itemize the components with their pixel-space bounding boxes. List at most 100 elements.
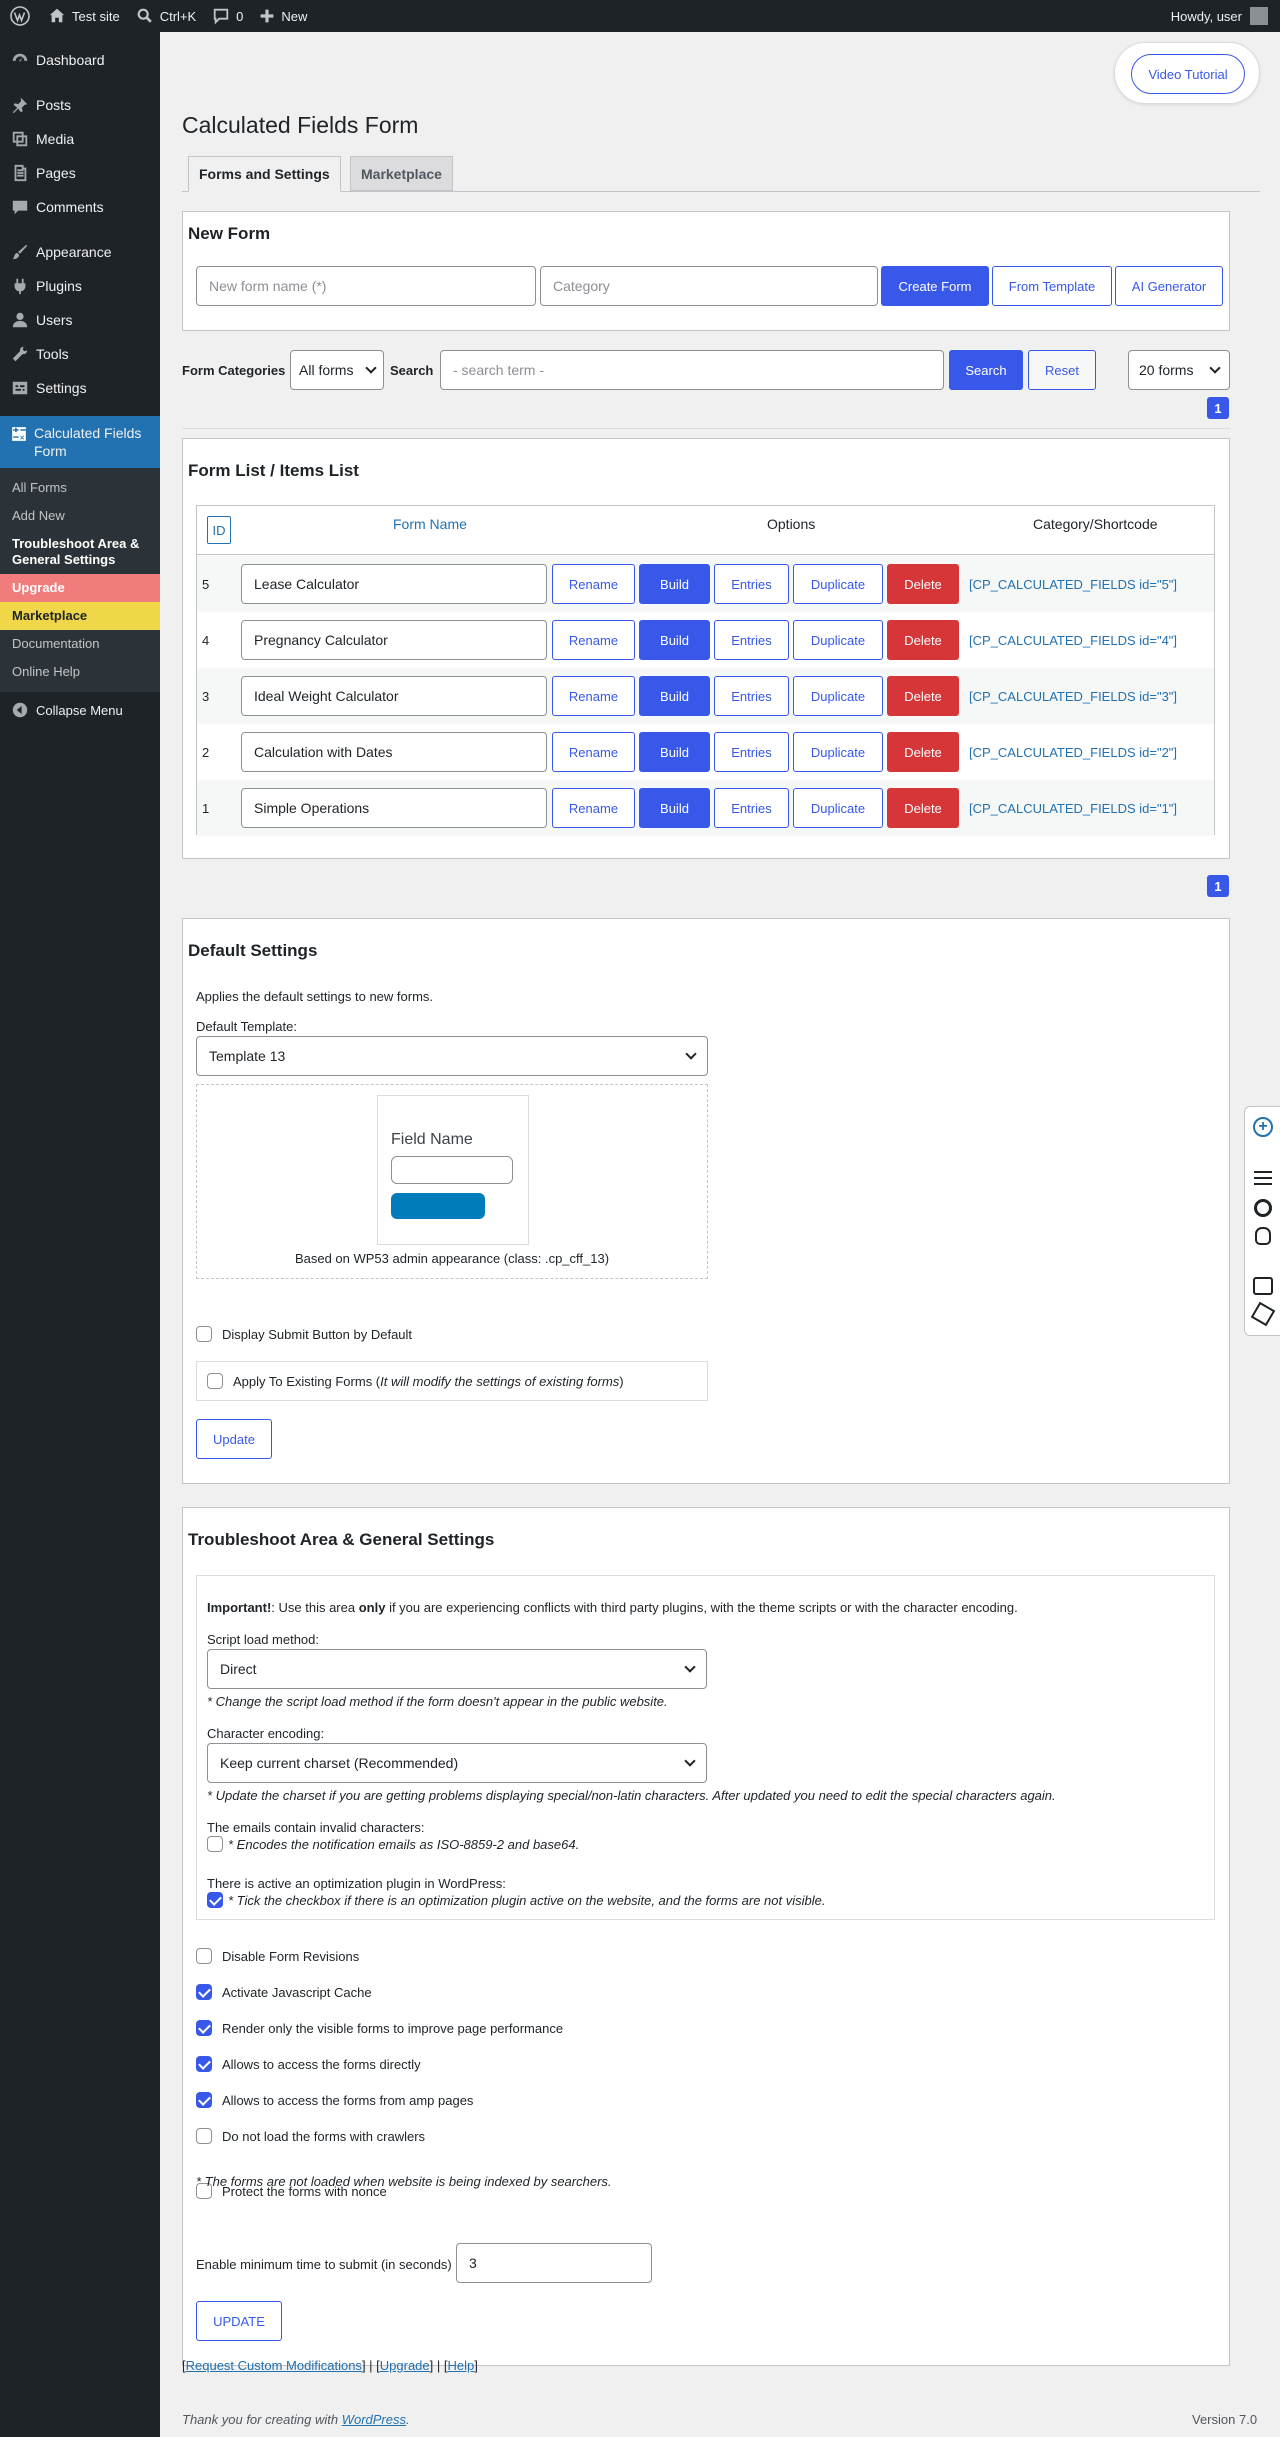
rename-button[interactable]: Rename	[552, 676, 635, 716]
default-update-button[interactable]: Update	[196, 1419, 272, 1459]
row-shortcode[interactable]: [CP_CALCULATED_FIELDS id="3"]	[969, 689, 1177, 704]
entries-button[interactable]: Entries	[714, 620, 789, 660]
form-name-input[interactable]: New form name (*)	[196, 266, 536, 306]
build-button[interactable]: Build	[639, 732, 710, 772]
command-palette-link[interactable]: Ctrl+K	[128, 0, 204, 32]
upgrade-link[interactable]: Upgrade	[380, 2358, 430, 2373]
build-button[interactable]: Build	[639, 564, 710, 604]
entries-button[interactable]: Entries	[714, 676, 789, 716]
apply-existing-checkbox[interactable]	[207, 1373, 223, 1389]
from-template-button[interactable]: From Template	[992, 266, 1112, 306]
duplicate-button[interactable]: Duplicate	[793, 620, 883, 660]
build-button[interactable]: Build	[639, 676, 710, 716]
sidebar-item-comments[interactable]: Comments	[0, 190, 160, 224]
submenu-upgrade[interactable]: Upgrade	[0, 574, 160, 602]
pagination-top-page[interactable]: 1	[1207, 397, 1229, 419]
comments-link[interactable]: 0	[204, 0, 251, 32]
pagination-bottom-page[interactable]: 1	[1207, 875, 1229, 897]
sidebar-item-plugins[interactable]: Plugins	[0, 269, 160, 303]
submenu-all-forms[interactable]: All Forms	[0, 474, 160, 502]
delete-button[interactable]: Delete	[887, 676, 959, 716]
setting-option-checkbox[interactable]	[196, 2056, 212, 2072]
submenu-troubleshoot[interactable]: Troubleshoot Area & General Settings	[0, 530, 160, 574]
tab-forms-and-settings[interactable]: Forms and Settings	[188, 156, 341, 192]
setting-option-checkbox[interactable]	[196, 2092, 212, 2108]
categories-select[interactable]: All forms	[290, 350, 384, 390]
new-content-link[interactable]: New	[251, 0, 315, 32]
sidebar-item-users[interactable]: Users	[0, 303, 160, 337]
wordpress-logo-icon[interactable]	[0, 0, 40, 32]
default-template-select[interactable]: Template 13	[196, 1036, 708, 1076]
sidebar-item-posts[interactable]: Posts	[0, 88, 160, 122]
duplicate-button[interactable]: Duplicate	[793, 564, 883, 604]
submenu-online-help[interactable]: Online Help	[0, 658, 160, 686]
rename-button[interactable]: Rename	[552, 788, 635, 828]
row-shortcode[interactable]: [CP_CALCULATED_FIELDS id="4"]	[969, 633, 1177, 648]
setting-option-checkbox[interactable]	[196, 2128, 212, 2144]
sidebar-item-media[interactable]: Media	[0, 122, 160, 156]
sidebar-item-dashboard[interactable]: Dashboard	[0, 43, 160, 77]
entries-button[interactable]: Entries	[714, 788, 789, 828]
row-shortcode[interactable]: [CP_CALCULATED_FIELDS id="5"]	[969, 577, 1177, 592]
row-shortcode[interactable]: [CP_CALCULATED_FIELDS id="1"]	[969, 801, 1177, 816]
optimization-checkbox[interactable]	[207, 1892, 223, 1908]
charset-select[interactable]: Keep current charset (Recommended)	[207, 1743, 707, 1783]
row-shortcode[interactable]: [CP_CALCULATED_FIELDS id="2"]	[969, 745, 1177, 760]
reset-button[interactable]: Reset	[1028, 350, 1096, 390]
duplicate-button[interactable]: Duplicate	[793, 676, 883, 716]
row-form-name-input[interactable]: Calculation with Dates	[241, 732, 547, 772]
per-page-select[interactable]: 20 forms	[1128, 350, 1230, 390]
script-load-select[interactable]: Direct	[207, 1649, 707, 1689]
ai-generator-button[interactable]: AI Generator	[1115, 266, 1223, 306]
row-form-name-input[interactable]: Lease Calculator	[241, 564, 547, 604]
rename-button[interactable]: Rename	[552, 732, 635, 772]
category-input[interactable]: Category	[540, 266, 878, 306]
help-link[interactable]: Help	[447, 2358, 474, 2373]
delete-button[interactable]: Delete	[887, 788, 959, 828]
troubleshoot-update-button[interactable]: UPDATE	[196, 2301, 282, 2341]
create-form-button[interactable]: Create Form	[881, 266, 989, 306]
id-sort-header[interactable]: ID	[207, 516, 231, 544]
search-button[interactable]: Search	[949, 350, 1023, 390]
setting-option-checkbox[interactable]	[196, 2020, 212, 2036]
emails-note: * Encodes the notification emails as ISO…	[228, 1836, 580, 1852]
search-input[interactable]: - search term -	[440, 350, 944, 390]
sidebar-item-pages[interactable]: Pages	[0, 156, 160, 190]
request-custom-link[interactable]: Request Custom Modifications	[186, 2358, 362, 2373]
sidebar-item-settings[interactable]: Settings	[0, 371, 160, 405]
build-button[interactable]: Build	[639, 788, 710, 828]
sidebar-item-tools[interactable]: Tools	[0, 337, 160, 371]
submenu-documentation[interactable]: Documentation	[0, 630, 160, 658]
collapse-menu-button[interactable]: Collapse Menu	[0, 692, 160, 728]
emails-checkbox[interactable]	[207, 1836, 223, 1852]
tab-marketplace[interactable]: Marketplace	[350, 156, 453, 191]
setting-option-checkbox[interactable]	[196, 1948, 212, 1964]
admin-bar: Test site Ctrl+K 0 New Howdy, user	[0, 0, 1280, 32]
submenu-marketplace[interactable]: Marketplace	[0, 602, 160, 630]
duplicate-button[interactable]: Duplicate	[793, 788, 883, 828]
video-tutorial-button[interactable]: Video Tutorial	[1131, 54, 1245, 94]
user-menu[interactable]: Howdy, user	[1171, 7, 1280, 25]
delete-button[interactable]: Delete	[887, 732, 959, 772]
chevron-down-icon	[684, 1661, 696, 1673]
duplicate-button[interactable]: Duplicate	[793, 732, 883, 772]
min-time-input[interactable]: 3	[456, 2243, 652, 2283]
wordpress-link[interactable]: WordPress	[342, 2412, 406, 2427]
row-form-name-input[interactable]: Simple Operations	[241, 788, 547, 828]
setting-option-checkbox[interactable]	[196, 1984, 212, 2000]
rename-button[interactable]: Rename	[552, 620, 635, 660]
delete-button[interactable]: Delete	[887, 620, 959, 660]
site-name-link[interactable]: Test site	[40, 0, 128, 32]
entries-button[interactable]: Entries	[714, 732, 789, 772]
row-form-name-input[interactable]: Ideal Weight Calculator	[241, 676, 547, 716]
sidebar-item-calculated-fields-form[interactable]: Calculated Fields Form	[0, 416, 160, 468]
display-submit-checkbox[interactable]	[196, 1326, 212, 1342]
submenu-add-new[interactable]: Add New	[0, 502, 160, 530]
rename-button[interactable]: Rename	[552, 564, 635, 604]
build-button[interactable]: Build	[639, 620, 710, 660]
row-form-name-input[interactable]: Pregnancy Calculator	[241, 620, 547, 660]
entries-button[interactable]: Entries	[714, 564, 789, 604]
form-name-header[interactable]: Form Name	[393, 516, 467, 532]
sidebar-item-appearance[interactable]: Appearance	[0, 235, 160, 269]
delete-button[interactable]: Delete	[887, 564, 959, 604]
